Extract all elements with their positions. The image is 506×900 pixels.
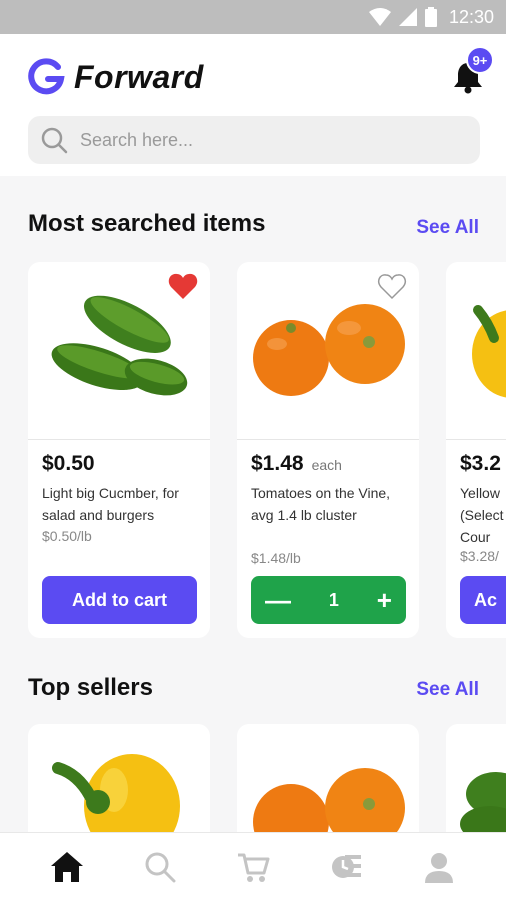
product-description: Tomatoes on the Vine, avg 1.4 lb cluster [251,485,391,523]
quantity-value: 1 [328,589,339,610]
product-image-yellow-pepper [52,754,180,844]
app-header: Forward 9+ [0,34,506,176]
app-logo[interactable]: Forward [28,58,204,96]
see-all-link-most-searched[interactable]: See All [416,217,479,239]
product-unit-price: $1.48/lb [251,550,301,566]
battery-icon [424,7,437,27]
product-card-cucumber[interactable]: $0.50 Light big Cucmber, for salad and b… [28,262,210,638]
top-seller-card-yellow-pepper[interactable] [28,724,210,844]
status-time: 12:30 [448,6,494,27]
search-icon [145,852,176,882]
product-card-tomatoes[interactable]: $1.48 each Tomatoes on the Vine, avg 1.4 … [237,262,419,638]
search-input[interactable] [80,129,460,151]
product-image-cucumber [460,772,506,842]
cart-icon [237,853,270,882]
nav-profile[interactable] [414,842,464,892]
favorite-heart-icon[interactable] [168,272,198,300]
product-description: Yellow (Select 3 Cour [460,485,506,545]
nav-cart[interactable] [228,842,278,892]
favorite-heart-outline-icon[interactable] [377,272,407,300]
section-title-most-searched: Most searched items [28,210,266,237]
product-price: $3.2 [460,452,501,475]
search-bar[interactable] [28,116,480,164]
wifi-icon [368,8,391,26]
see-all-link-top-sellers[interactable]: See All [416,679,479,701]
notification-badge: 9+ [466,46,494,74]
nav-orders[interactable] [321,842,371,892]
product-price-value: $1.48 [251,452,304,475]
home-icon [50,851,83,882]
profile-icon [425,852,454,883]
orders-history-icon [332,854,362,878]
top-seller-card-tomatoes[interactable] [237,724,419,844]
product-price: $0.50 [42,452,95,475]
decrease-quantity-button[interactable]: — [265,587,291,613]
product-unit-price: $0.50/lb [42,528,92,544]
increase-quantity-button[interactable]: + [377,587,392,613]
app-name: Forward [74,58,204,95]
product-price-each: each [311,457,342,473]
status-bar: 12:30 [0,0,506,34]
product-description: Light big Cucmber, for salad and burgers [42,485,179,523]
signal-icon [398,8,417,26]
nav-home[interactable] [42,842,92,892]
quantity-stepper: — 1 + [251,576,406,624]
product-unit-price: $3.28/ [460,548,499,564]
add-to-cart-button[interactable]: Ac [460,576,506,624]
search-icon [41,127,68,154]
add-to-cart-button[interactable]: Add to cart [42,576,197,624]
product-image-yellow-pepper [446,262,506,440]
section-title-top-sellers: Top sellers [28,674,153,701]
bottom-navigation [0,832,506,900]
top-seller-card-cucumber[interactable] [446,724,506,844]
nav-search[interactable] [135,842,185,892]
product-price: $1.48 each [251,452,342,476]
logo-icon [28,58,65,95]
product-card-yellow-pepper[interactable]: $3.2 Yellow (Select 3 Cour $3.28/ Ac [446,262,506,638]
product-image-tomatoes [253,768,405,844]
